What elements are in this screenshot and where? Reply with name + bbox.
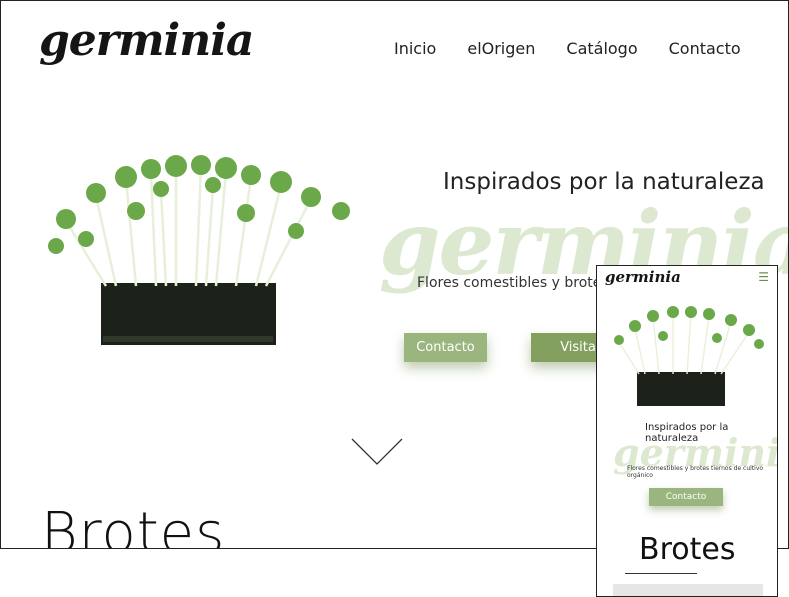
contacto-button[interactable]: Contacto	[404, 333, 487, 362]
site-logo[interactable]: germinia	[39, 15, 254, 66]
main-nav: Inicio elOrigen Catálogo Contacto	[394, 39, 741, 58]
mobile-section-heading: Brotes	[639, 532, 736, 567]
mobile-tagline: Inspirados por la naturaleza	[645, 422, 729, 444]
nav-item-inicio[interactable]: Inicio	[394, 39, 436, 58]
nav-item-catalogo[interactable]: Catálogo	[566, 39, 637, 58]
nav-item-contacto[interactable]: Contacto	[669, 39, 741, 58]
mobile-contacto-button[interactable]: Contacto	[649, 488, 723, 506]
mobile-heading-underline	[625, 573, 697, 574]
microgreens-image	[48, 155, 350, 345]
chevron-down-icon[interactable]	[351, 437, 403, 467]
hero-tagline: Inspirados por la naturaleza	[443, 169, 765, 195]
mobile-logo[interactable]: germinia	[605, 268, 681, 286]
mobile-subline: Flores comestibles y brotes tiernos de c…	[627, 465, 764, 479]
mobile-image-placeholder	[613, 584, 763, 596]
mobile-view: germinia ☰ germinia Inspirados por la na…	[596, 265, 778, 597]
mobile-microgreens-image	[614, 306, 764, 406]
nav-item-elorigen[interactable]: elOrigen	[467, 39, 535, 58]
section-heading: Brotes	[41, 501, 226, 549]
hamburger-menu-icon[interactable]: ☰	[758, 270, 769, 284]
